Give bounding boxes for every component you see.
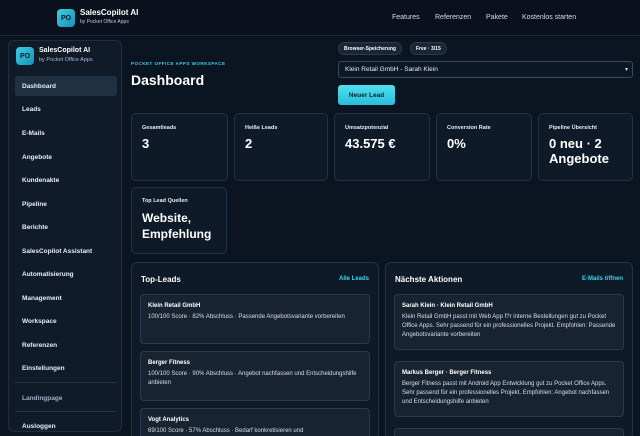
sidebar-brand-name: SalesCopilot AI — [39, 47, 91, 54]
new-lead-button[interactable]: Neuer Lead — [338, 85, 395, 105]
customer-select[interactable]: Klein Retail GmbH - Sarah Klein ▾ — [338, 61, 633, 78]
sidebar-item-referenzen[interactable]: Referenzen — [15, 335, 117, 355]
stat-value: 2 — [245, 136, 253, 151]
panel-title: Nächste Aktionen — [395, 275, 463, 284]
stat-label: Pipeline Übersicht — [549, 125, 597, 131]
stat-label: Top Lead Quellen — [142, 198, 188, 204]
lead-item[interactable]: Berger Fitness 100/100 Score · 90% Absch… — [140, 351, 370, 401]
sidebar-item-automatisierung[interactable]: Automatisierung — [15, 264, 117, 284]
action-title: Markus Berger · Berger Fitness — [402, 370, 492, 376]
action-item[interactable]: Sarah Klein · Klein Retail GmbH Klein Re… — [394, 294, 624, 350]
chevron-down-icon: ▾ — [624, 67, 628, 73]
action-item[interactable] — [394, 428, 624, 436]
lead-item[interactable]: Klein Retail GmbH 100/100 Score · 82% Ab… — [140, 294, 370, 344]
sidebar-item-ausloggen[interactable]: Ausloggen — [15, 416, 117, 436]
sidebar-divider — [15, 411, 117, 412]
stat-card-pipeline: Pipeline Übersicht 0 neu · 2 Angebote — [538, 113, 633, 181]
sidebar-item-kundenakte[interactable]: Kundenakte — [15, 170, 117, 190]
action-title: Sarah Klein · Klein Retail GmbH — [402, 303, 493, 309]
storage-badge: Browser-Speicherung — [338, 42, 402, 55]
sidebar-item-angebote[interactable]: Angebote — [15, 147, 117, 167]
stat-value: 0% — [447, 136, 466, 151]
lead-detail: 100/100 Score · 82% Abschluss · Passende… — [148, 314, 345, 320]
lead-detail: 100/100 Score · 90% Abschluss · Angebot … — [148, 371, 357, 386]
sidebar-item-landingpage[interactable]: Landingpage — [15, 388, 117, 408]
stat-label: Gesamtleads — [142, 125, 177, 131]
sidebar-item-pipeline[interactable]: Pipeline — [15, 194, 117, 214]
sidebar: PO SalesCopilot AI by Pocket Office Apps… — [8, 40, 122, 432]
stat-card-umsatzpotenzial: Umsatzpotenzial 43.575 € — [334, 113, 430, 181]
stat-card-gesamtleads: Gesamtleads 3 — [131, 113, 228, 181]
sidebar-item-management[interactable]: Management — [15, 288, 117, 308]
sidebar-item-workspace[interactable]: Workspace — [15, 311, 117, 331]
lead-detail: 69/100 Score · 57% Abschluss · Bedarf ko… — [148, 428, 304, 434]
lead-title: Vogt Analytics — [148, 417, 190, 423]
sidebar-item-einstellungen[interactable]: Einstellungen — [15, 358, 117, 378]
stat-label: Umsatzpotenzial — [345, 125, 389, 131]
brand-logo-icon[interactable]: PO — [57, 9, 75, 27]
brand-name: SalesCopilot AI — [80, 8, 139, 17]
stat-label: Heiße Leads — [245, 125, 278, 131]
action-detail: Berger Fitness passt mit Android App Ent… — [402, 381, 610, 405]
sidebar-item-leads[interactable]: Leads — [15, 99, 117, 119]
stat-value: 0 neu · 2 Angebote — [549, 136, 609, 166]
stat-card-heisse-leads: Heiße Leads 2 — [234, 113, 328, 181]
plan-badge: Free · 3/15 — [410, 42, 447, 55]
nav-features[interactable]: Features — [392, 14, 420, 21]
page-title: Dashboard — [131, 72, 205, 88]
sidebar-item-emails[interactable]: E-Mails — [15, 123, 117, 143]
sidebar-divider — [15, 382, 117, 383]
top-bar: PO SalesCopilot AI by Pocket Office Apps… — [0, 0, 640, 36]
sidebar-brand-subtitle: by Pocket Office Apps — [39, 57, 93, 63]
panel-title: Top-Leads — [141, 275, 181, 284]
sidebar-item-dashboard[interactable]: Dashboard — [15, 76, 117, 96]
stat-label: Conversion Rate — [447, 125, 491, 131]
stat-card-lead-sources: Top Lead Quellen Website, Empfehlung — [131, 187, 227, 254]
stat-value: 43.575 € — [345, 136, 396, 151]
customer-select-value: Klein Retail GmbH - Sarah Klein — [345, 66, 438, 73]
open-emails-link[interactable]: E-Mails öffnen — [582, 276, 623, 282]
stat-value: 3 — [142, 136, 150, 151]
lead-title: Klein Retail GmbH — [148, 303, 201, 309]
brand-subtitle: by Pocket Office Apps — [80, 19, 129, 25]
nav-kostenlos-starten[interactable]: Kostenlos starten — [522, 14, 576, 21]
workspace-label: POCKET OFFICE APPS WORKSPACE — [131, 61, 226, 66]
stat-card-conversion-rate: Conversion Rate 0% — [436, 113, 532, 181]
sidebar-item-assistant[interactable]: SalesCopilot Assistant — [15, 241, 117, 261]
action-item[interactable]: Markus Berger · Berger Fitness Berger Fi… — [394, 361, 624, 417]
stat-value: Website, Empfehlung — [142, 211, 212, 241]
action-detail: Klein Retail GmbH passt mit Web App f?r … — [402, 314, 616, 338]
sidebar-logo-icon: PO — [16, 47, 34, 65]
top-leads-panel: Top-Leads Alle Leads Klein Retail GmbH 1… — [131, 262, 379, 436]
lead-title: Berger Fitness — [148, 360, 191, 366]
next-actions-panel: Nächste Aktionen E-Mails öffnen Sarah Kl… — [385, 262, 633, 436]
lead-item[interactable]: Vogt Analytics 69/100 Score · 57% Abschl… — [140, 408, 370, 436]
sidebar-item-berichte[interactable]: Berichte — [15, 217, 117, 237]
nav-pakete[interactable]: Pakete — [486, 14, 508, 21]
all-leads-link[interactable]: Alle Leads — [339, 276, 369, 282]
nav-referenzen[interactable]: Referenzen — [435, 14, 471, 21]
